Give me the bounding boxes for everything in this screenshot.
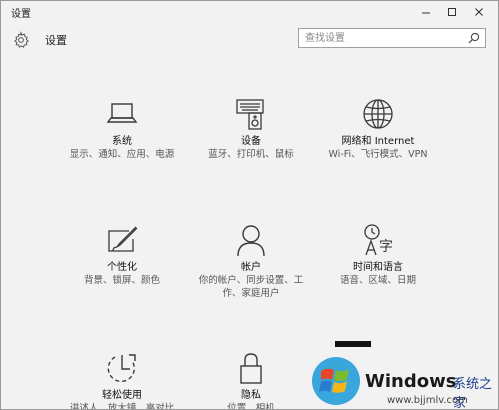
- tile-time-language[interactable]: 字 时间和语言 语音、区域、日期: [313, 223, 443, 287]
- windows-logo-icon: [312, 341, 371, 405]
- close-button[interactable]: [464, 1, 494, 23]
- tile-devices[interactable]: 设备 蓝牙、打印机、鼠标: [186, 97, 316, 161]
- time-language-icon: 字: [364, 224, 393, 256]
- tile-label: 隐私: [241, 390, 261, 401]
- tile-label: 轻松使用: [102, 390, 142, 401]
- watermark-url: www.bjjmlv.com: [387, 395, 468, 406]
- tile-network[interactable]: 网络和 Internet Wi-Fi、飞行模式、VPN: [313, 97, 443, 161]
- close-icon: [475, 8, 483, 16]
- settings-window: 设置 设置 查找设置 系统 显示、通知、应用、电源 设备 蓝牙、打印机、鼠标 网…: [0, 0, 499, 410]
- tile-description: 你的帐户、同步设置、工作、家庭用户: [198, 275, 304, 299]
- laptop-icon: [106, 103, 138, 123]
- maximize-icon: [448, 8, 456, 16]
- tile-description: 蓝牙、打印机、鼠标: [208, 149, 294, 160]
- devices-icon: [236, 99, 264, 130]
- lock-icon: [240, 353, 262, 384]
- tile-label: 系统: [112, 136, 132, 147]
- gear-icon: [14, 31, 29, 48]
- minimize-icon: [422, 12, 430, 14]
- page-title: 设置: [45, 34, 67, 47]
- tile-description: 背景、锁屏、颜色: [83, 275, 160, 286]
- tile-description: Wi-Fi、飞行模式、VPN: [328, 149, 428, 160]
- personalization-icon: [108, 226, 138, 252]
- tile-description: 显示、通知、应用、电源: [69, 149, 175, 160]
- tile-description: 位置、相机: [227, 403, 275, 410]
- maximize-button[interactable]: [437, 1, 467, 23]
- window-title: 设置: [11, 9, 31, 20]
- search-input[interactable]: [299, 29, 465, 47]
- tile-accounts[interactable]: 帐户 你的帐户、同步设置、工作、家庭用户: [186, 223, 316, 300]
- watermark-brand: Windows: [365, 371, 457, 392]
- tile-description: 语音、区域、日期: [339, 275, 416, 286]
- tile-label: 个性化: [107, 262, 137, 273]
- settings-header: 设置: [1, 23, 498, 59]
- ease-of-access-icon: [107, 354, 136, 382]
- tile-ease-of-access[interactable]: 轻松使用 讲述人、放大镜、高对比度: [57, 351, 187, 410]
- tile-personalization[interactable]: 个性化 背景、锁屏、颜色: [57, 223, 187, 287]
- globe-icon: [363, 99, 393, 129]
- tile-privacy[interactable]: 隐私 位置、相机: [186, 351, 316, 410]
- tile-label: 设备: [241, 136, 261, 147]
- title-bar[interactable]: 设置: [1, 1, 498, 23]
- svg-text:字: 字: [379, 239, 393, 255]
- tile-description: 讲述人、放大镜、高对比度: [69, 403, 175, 410]
- tile-system[interactable]: 系统 显示、通知、应用、电源: [57, 97, 187, 161]
- tile-label: 时间和语言: [353, 262, 403, 273]
- account-icon: [237, 225, 265, 257]
- tile-label: 帐户: [241, 262, 261, 273]
- tile-label: 网络和 Internet: [341, 136, 415, 147]
- search-icon[interactable]: [468, 32, 480, 44]
- search-box[interactable]: [298, 28, 486, 48]
- watermark: Windows 系统之家 www.bjjmlv.com: [301, 341, 498, 409]
